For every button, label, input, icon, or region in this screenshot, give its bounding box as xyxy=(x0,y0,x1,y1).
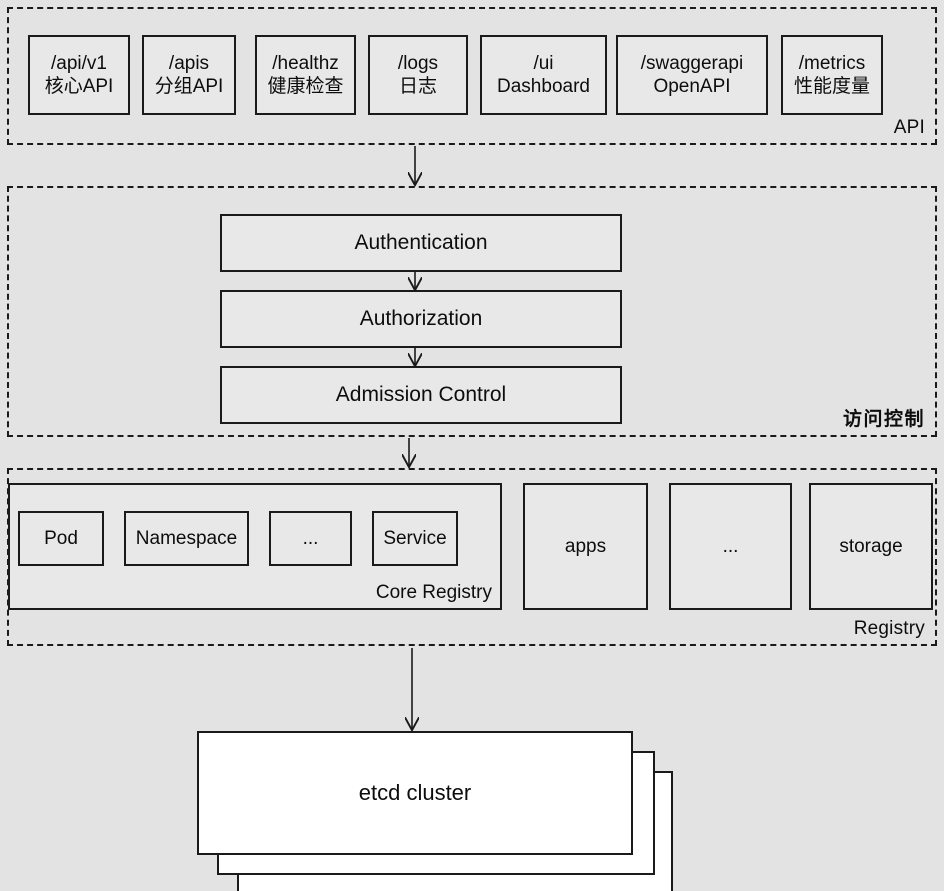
stage-label: Admission Control xyxy=(335,383,507,407)
registry-group-apps[interactable]: apps xyxy=(523,483,648,610)
registry-item-label: Service xyxy=(383,527,447,549)
api-endpoint-desc: 日志 xyxy=(398,76,437,97)
api-endpoint-healthz[interactable]: /healthz 健康检查 xyxy=(255,35,356,115)
api-endpoint-desc: Dashboard xyxy=(497,76,590,97)
stage-label: Authorization xyxy=(359,307,483,331)
api-endpoint-metrics[interactable]: /metrics 性能度量 xyxy=(781,35,883,115)
api-endpoint-path: /logs xyxy=(397,52,439,74)
api-endpoint-path: /api/v1 xyxy=(51,52,107,74)
registry-item-label: Pod xyxy=(44,527,78,549)
registry-group-label-ellipsis: ... xyxy=(722,535,739,557)
registry-group-ellipsis[interactable]: ... xyxy=(669,483,792,610)
registry-item-service[interactable]: Service xyxy=(372,511,458,566)
api-endpoint-path: /metrics xyxy=(798,52,866,74)
registry-item-label: ... xyxy=(302,527,319,549)
registry-item-namespace[interactable]: Namespace xyxy=(124,511,249,566)
api-endpoint-path: /healthz xyxy=(272,52,339,74)
etcd-cluster[interactable]: etcd cluster xyxy=(197,731,633,855)
api-endpoint-desc: 健康检查 xyxy=(267,76,344,97)
diagram-canvas: API /api/v1 核心API /apis 分组API /healthz 健… xyxy=(0,0,944,891)
registry-group-label: Registry xyxy=(853,618,925,639)
stage-admission-control[interactable]: Admission Control xyxy=(220,366,622,424)
access-control-group-label: 访问控制 xyxy=(842,409,925,430)
stage-authorization[interactable]: Authorization xyxy=(220,290,622,348)
api-endpoint-logs[interactable]: /logs 日志 xyxy=(368,35,468,115)
etcd-cluster-label: etcd cluster xyxy=(358,780,472,805)
stage-label: Authentication xyxy=(354,231,488,255)
api-endpoint-swaggerapi[interactable]: /swaggerapi OpenAPI xyxy=(616,35,768,115)
registry-group-label-apps: apps xyxy=(564,535,607,557)
api-endpoint-path: /ui xyxy=(533,52,554,74)
api-endpoint-desc: 核心API xyxy=(44,76,114,97)
api-endpoint-api-v1[interactable]: /api/v1 核心API xyxy=(28,35,130,115)
registry-group-storage[interactable]: storage xyxy=(809,483,933,610)
api-endpoint-desc: OpenAPI xyxy=(653,76,731,97)
api-group-label: API xyxy=(893,117,925,138)
registry-item-pod[interactable]: Pod xyxy=(18,511,104,566)
api-endpoint-apis[interactable]: /apis 分组API xyxy=(142,35,236,115)
api-endpoint-desc: 性能度量 xyxy=(793,76,870,97)
registry-item-label: Namespace xyxy=(135,527,238,549)
registry-group-label-storage: storage xyxy=(839,535,903,557)
api-endpoint-path: /apis xyxy=(168,52,210,74)
registry-item-ellipsis[interactable]: ... xyxy=(269,511,352,566)
api-endpoint-path: /swaggerapi xyxy=(640,52,744,74)
api-endpoint-desc: 分组API xyxy=(154,76,224,97)
core-registry-label: Core Registry xyxy=(375,582,492,603)
api-endpoint-ui[interactable]: /ui Dashboard xyxy=(480,35,607,115)
stage-authentication[interactable]: Authentication xyxy=(220,214,622,272)
